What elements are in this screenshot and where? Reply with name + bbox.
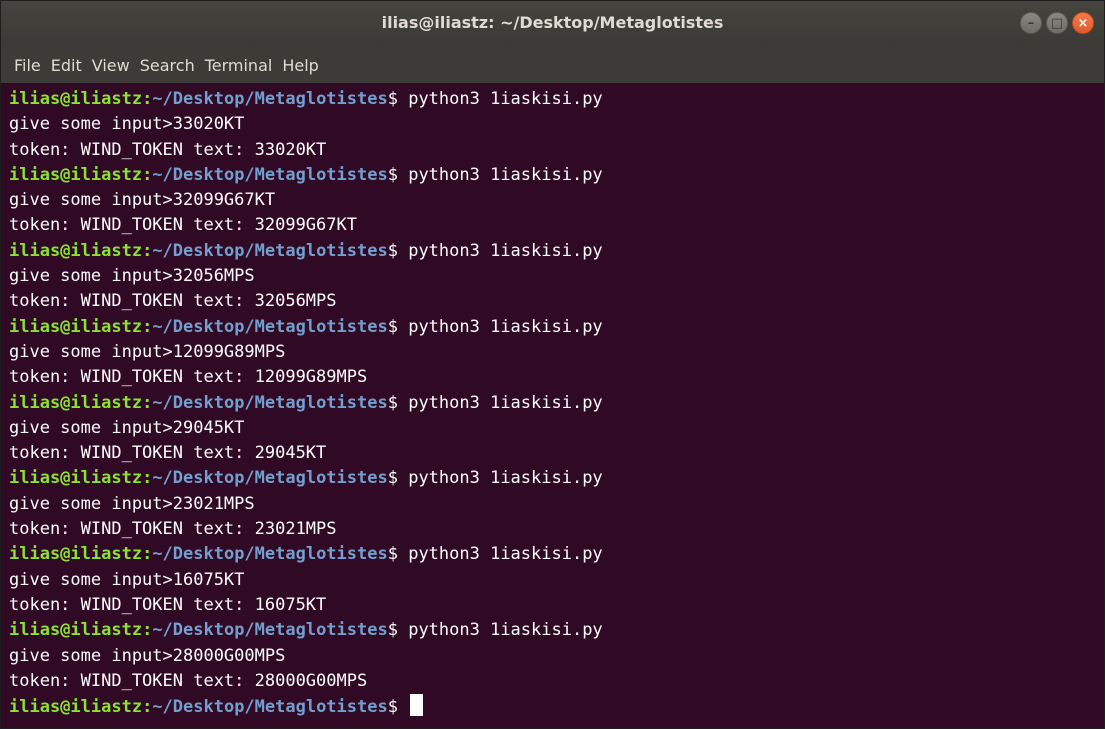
command-text: python3 1iaskisi.py: [408, 316, 603, 337]
prompt-path: ~/Desktop/Metaglotistes: [152, 316, 388, 337]
cursor: [410, 694, 424, 717]
prompt-path: ~/Desktop/Metaglotistes: [152, 544, 388, 565]
menu-view[interactable]: View: [87, 56, 135, 75]
prompt-path: ~/Desktop/Metaglotistes: [152, 697, 388, 718]
prompt-line: ilias@iliastz:~/Desktop/Metaglotistes$ p…: [9, 87, 1096, 112]
output-line: token: WIND_TOKEN text: 12099G89MPS: [9, 367, 368, 388]
command-text: python3 1iaskisi.py: [408, 392, 603, 413]
prompt-user-host: ilias@iliastz: [9, 240, 143, 261]
input-line: give some input>32056MPS: [9, 266, 255, 287]
prompt-symbol: $: [387, 697, 409, 718]
prompt-user-host: ilias@iliastz: [9, 544, 143, 565]
prompt-path: ~/Desktop/Metaglotistes: [152, 620, 388, 641]
prompt-line: ilias@iliastz:~/Desktop/Metaglotistes$ p…: [9, 466, 1096, 491]
prompt-colon: :: [142, 697, 153, 718]
prompt-path: ~/Desktop/Metaglotistes: [152, 89, 388, 109]
input-line: give some input>29045KT: [9, 417, 245, 438]
menu-bar: File Edit View Search Terminal Help: [1, 47, 1104, 83]
output-line: token: WIND_TOKEN text: 33020KT: [9, 139, 327, 160]
minimize-button[interactable]: –: [1020, 12, 1042, 34]
input-line: give some input>23021MPS: [9, 493, 255, 514]
prompt-symbol: $: [387, 316, 409, 337]
input-line: give some input>16075KT: [9, 569, 245, 590]
prompt-line: ilias@iliastz:~/Desktop/Metaglotistes$ p…: [9, 618, 1096, 643]
prompt-user-host: ilias@iliastz: [9, 392, 143, 413]
command-text: python3 1iaskisi.py: [408, 164, 603, 185]
terminal-output[interactable]: ilias@iliastz:~/Desktop/Metaglotistes$ p…: [1, 83, 1104, 728]
title-bar[interactable]: ilias@iliastz: ~/Desktop/Metaglotistes –…: [1, 1, 1104, 47]
minimize-icon: –: [1027, 15, 1035, 31]
input-line: give some input>12099G89MPS: [9, 341, 286, 362]
prompt-line: ilias@iliastz:~/Desktop/Metaglotistes$ p…: [9, 391, 1096, 416]
prompt-path: ~/Desktop/Metaglotistes: [152, 164, 388, 185]
prompt-path: ~/Desktop/Metaglotistes: [152, 468, 388, 489]
prompt-colon: :: [142, 468, 153, 489]
prompt-colon: :: [142, 316, 153, 337]
maximize-icon: □: [1050, 15, 1064, 31]
prompt-symbol: $: [387, 240, 409, 261]
prompt-user-host: ilias@iliastz: [9, 620, 143, 641]
input-line: give some input>33020KT: [9, 114, 245, 135]
menu-search[interactable]: Search: [135, 56, 200, 75]
prompt-user-host: ilias@iliastz: [9, 697, 143, 718]
output-line: token: WIND_TOKEN text: 32099G67KT: [9, 215, 357, 236]
prompt-colon: :: [142, 164, 153, 185]
prompt-path: ~/Desktop/Metaglotistes: [152, 392, 388, 413]
output-line: token: WIND_TOKEN text: 16075KT: [9, 594, 327, 615]
prompt-symbol: $: [387, 468, 409, 489]
prompt-path: ~/Desktop/Metaglotistes: [152, 240, 388, 261]
terminal-window: ilias@iliastz: ~/Desktop/Metaglotistes –…: [0, 0, 1105, 729]
output-line: token: WIND_TOKEN text: 29045KT: [9, 443, 327, 464]
menu-help[interactable]: Help: [277, 56, 323, 75]
command-text: python3 1iaskisi.py: [408, 468, 603, 489]
menu-edit[interactable]: Edit: [46, 56, 87, 75]
prompt-colon: :: [142, 620, 153, 641]
prompt-colon: :: [142, 240, 153, 261]
prompt-symbol: $: [387, 164, 409, 185]
close-icon: ×: [1077, 15, 1089, 31]
prompt-symbol: $: [387, 89, 409, 109]
prompt-symbol: $: [387, 392, 409, 413]
command-text: python3 1iaskisi.py: [408, 620, 603, 641]
menu-file[interactable]: File: [9, 56, 46, 75]
prompt-user-host: ilias@iliastz: [9, 468, 143, 489]
menu-terminal[interactable]: Terminal: [200, 56, 278, 75]
input-line: give some input>32099G67KT: [9, 190, 276, 211]
command-text: python3 1iaskisi.py: [408, 240, 603, 261]
maximize-button[interactable]: □: [1046, 12, 1068, 34]
prompt-colon: :: [142, 392, 153, 413]
close-button[interactable]: ×: [1072, 12, 1094, 34]
prompt-line: ilias@iliastz:~/Desktop/Metaglotistes$ p…: [9, 163, 1096, 188]
output-line: token: WIND_TOKEN text: 28000G00MPS: [9, 670, 368, 691]
prompt-colon: :: [142, 544, 153, 565]
output-line: token: WIND_TOKEN text: 32056MPS: [9, 291, 337, 312]
input-line: give some input>28000G00MPS: [9, 645, 286, 666]
window-title: ilias@iliastz: ~/Desktop/Metaglotistes: [381, 13, 724, 32]
output-line: token: WIND_TOKEN text: 23021MPS: [9, 519, 337, 540]
prompt-user-host: ilias@iliastz: [9, 316, 143, 337]
prompt-symbol: $: [387, 544, 409, 565]
prompt-colon: :: [142, 89, 153, 109]
window-controls: – □ ×: [1020, 12, 1094, 34]
prompt-user-host: ilias@iliastz: [9, 89, 143, 109]
prompt-line: ilias@iliastz:~/Desktop/Metaglotistes$ p…: [9, 239, 1096, 264]
command-text: python3 1iaskisi.py: [408, 89, 603, 109]
prompt-symbol: $: [387, 620, 409, 641]
prompt-line: ilias@iliastz:~/Desktop/Metaglotistes$: [9, 694, 1096, 719]
command-text: python3 1iaskisi.py: [408, 544, 603, 565]
prompt-user-host: ilias@iliastz: [9, 164, 143, 185]
prompt-line: ilias@iliastz:~/Desktop/Metaglotistes$ p…: [9, 542, 1096, 567]
prompt-line: ilias@iliastz:~/Desktop/Metaglotistes$ p…: [9, 315, 1096, 340]
